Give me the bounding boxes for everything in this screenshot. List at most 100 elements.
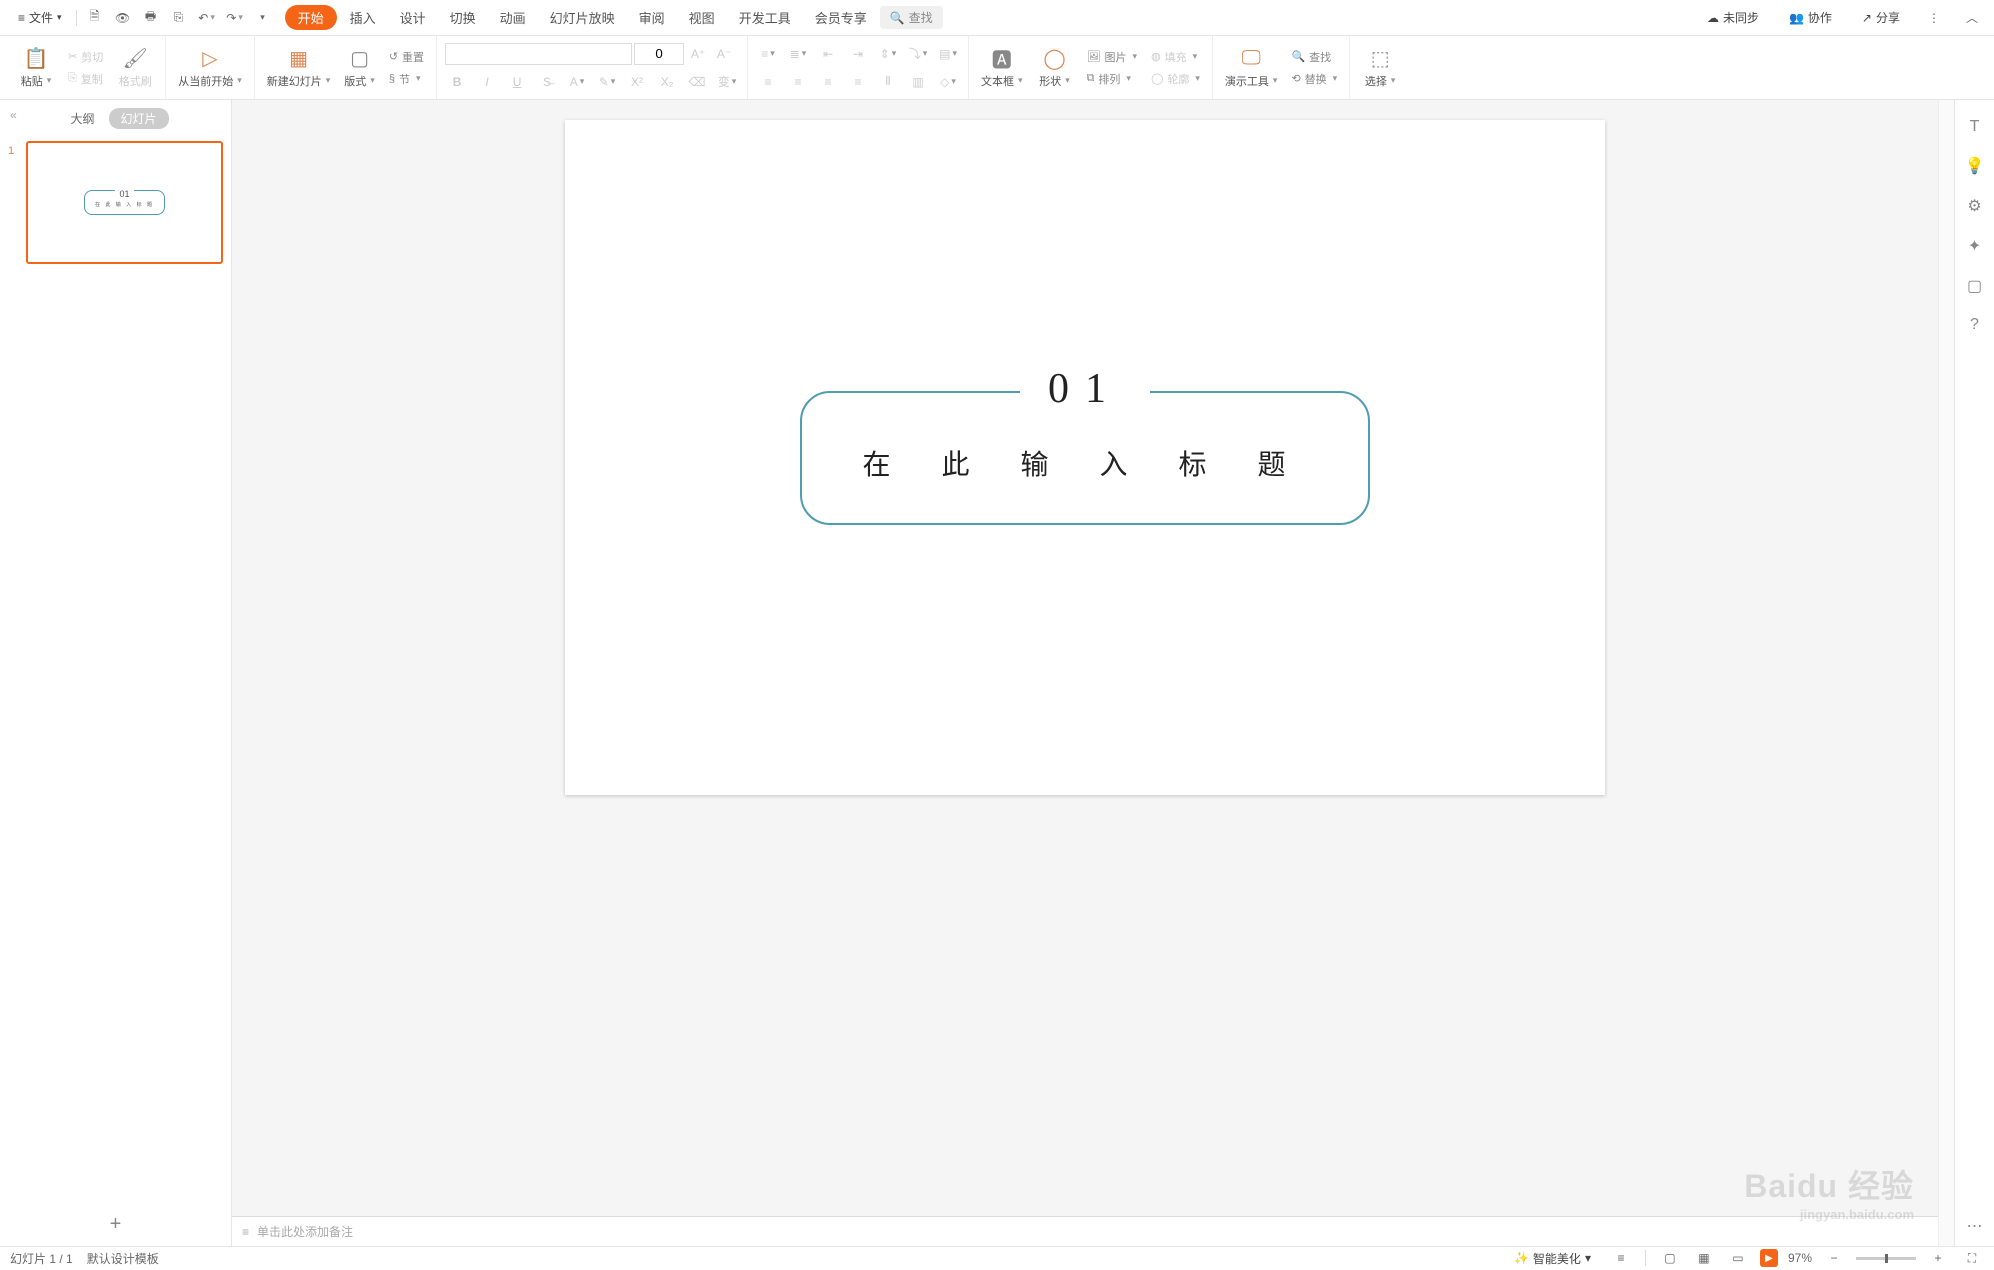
tab-slideshow[interactable]: 幻灯片放映: [539, 4, 626, 31]
tab-start[interactable]: 开始: [285, 5, 337, 30]
justify-icon[interactable]: ≡: [846, 70, 870, 94]
panel-tab-outline[interactable]: 大纲: [62, 108, 102, 129]
undo-icon[interactable]: ↶: [195, 6, 219, 30]
save-icon[interactable]: 🗎: [83, 6, 107, 30]
replace-button[interactable]: ⟲ 替换: [1287, 69, 1341, 89]
select-button[interactable]: ⬚选择: [1358, 45, 1402, 91]
shape-button[interactable]: ◯形状: [1033, 45, 1077, 91]
from-current-button[interactable]: ▷从当前开始: [174, 45, 246, 91]
underline-icon[interactable]: U: [505, 70, 529, 94]
outline-button[interactable]: ◯ 轮廓: [1147, 69, 1204, 89]
slide-canvas[interactable]: 01 在 此 输 入 标 题: [565, 120, 1605, 795]
collapse-ribbon-icon[interactable]: ︿: [1960, 6, 1984, 30]
panel-tab-slides[interactable]: 幻灯片: [109, 108, 169, 129]
settings-icon[interactable]: ⚙: [1967, 196, 1981, 216]
export-icon[interactable]: ⎘: [167, 6, 191, 30]
text-direction-icon[interactable]: ⤵: [906, 42, 930, 66]
beautify-button[interactable]: ✨ 智能美化 ▾: [1506, 1247, 1599, 1270]
italic-icon[interactable]: I: [475, 70, 499, 94]
columns-icon[interactable]: ▥: [906, 70, 930, 94]
smartart-icon[interactable]: ◇: [936, 70, 960, 94]
canvas-area[interactable]: 01 在 此 输 入 标 题: [232, 100, 1938, 1216]
highlight-icon[interactable]: ✎: [595, 70, 619, 94]
tab-transition[interactable]: 切换: [439, 4, 487, 31]
sorter-view-icon[interactable]: ▦: [1692, 1246, 1716, 1270]
tab-design[interactable]: 设计: [389, 4, 437, 31]
title-placeholder[interactable]: 01 在 此 输 入 标 题: [800, 391, 1369, 525]
tab-member[interactable]: 会员专享: [804, 4, 878, 31]
zoom-in-icon[interactable]: +: [1926, 1246, 1950, 1270]
file-menu[interactable]: ≡ 文件 ▾: [10, 6, 70, 29]
notes-pane[interactable]: ≡ 单击此处添加备注: [232, 1216, 1938, 1246]
align-text-icon[interactable]: ▤: [936, 42, 960, 66]
tab-animation[interactable]: 动画: [489, 4, 537, 31]
reset-button[interactable]: ↺ 重置: [385, 47, 428, 67]
font-size-select[interactable]: [634, 43, 684, 65]
copy-button[interactable]: ⎘ 复制: [64, 69, 107, 89]
zoom-out-icon[interactable]: −: [1822, 1246, 1846, 1270]
bold-icon[interactable]: B: [445, 70, 469, 94]
font-family-select[interactable]: [445, 43, 632, 65]
unsync-button[interactable]: ☁ 未同步: [1699, 6, 1767, 29]
layout-button[interactable]: ▢版式: [340, 45, 379, 91]
more-sidebar-icon[interactable]: ⋯: [1967, 1218, 1983, 1235]
tab-devtools[interactable]: 开发工具: [728, 4, 802, 31]
arrange-button[interactable]: ⧉ 排列: [1083, 69, 1142, 89]
fit-window-icon[interactable]: ⛶: [1960, 1246, 1984, 1270]
bullets-icon[interactable]: ≡: [756, 42, 780, 66]
picture-button[interactable]: 🖼 图片: [1083, 47, 1142, 67]
distribute-icon[interactable]: ⫴: [876, 70, 900, 94]
collapse-panel-icon[interactable]: «: [10, 108, 17, 122]
text-effects-icon[interactable]: 变: [715, 70, 739, 94]
font-color-icon[interactable]: A: [565, 70, 589, 94]
notes-toggle-icon[interactable]: ≡: [1609, 1246, 1633, 1270]
fill-button[interactable]: ◍ 填充: [1147, 47, 1204, 67]
strike-icon[interactable]: S̶: [535, 70, 559, 94]
cut-button[interactable]: ✂ 剪切: [64, 47, 107, 67]
reading-view-icon[interactable]: ▭: [1726, 1246, 1750, 1270]
redo-icon[interactable]: ↷: [223, 6, 247, 30]
screen-icon[interactable]: ▢: [1967, 276, 1982, 296]
tab-review[interactable]: 审阅: [628, 4, 676, 31]
increase-font-icon[interactable]: A⁺: [686, 42, 710, 66]
sparkle-icon[interactable]: ✦: [1968, 236, 1981, 256]
normal-view-icon[interactable]: ▢: [1658, 1246, 1682, 1270]
format-painter-button[interactable]: 🖌格式刷: [113, 45, 157, 91]
zoom-value[interactable]: 97%: [1788, 1251, 1812, 1265]
slide-thumbnail[interactable]: 01 在 此 输 入 标 题: [26, 141, 223, 264]
section-button[interactable]: § 节: [385, 69, 428, 89]
text-tool-icon[interactable]: T: [1970, 118, 1980, 136]
new-slide-button[interactable]: ▦新建幻灯片: [263, 45, 335, 91]
more-icon[interactable]: ⋮: [1922, 6, 1946, 30]
increase-indent-icon[interactable]: ⇥: [846, 42, 870, 66]
subscript-icon[interactable]: X₂: [655, 70, 679, 94]
align-center-icon[interactable]: ≡: [786, 70, 810, 94]
collab-button[interactable]: 👥 协作: [1781, 6, 1840, 29]
decrease-indent-icon[interactable]: ⇤: [816, 42, 840, 66]
paste-button[interactable]: 📋粘贴: [14, 45, 58, 91]
line-spacing-icon[interactable]: ⇕: [876, 42, 900, 66]
decrease-font-icon[interactable]: A⁻: [712, 42, 736, 66]
find-button[interactable]: 🔍 查找: [1287, 47, 1341, 67]
thumb-number: 1: [8, 141, 20, 264]
qat-more-icon[interactable]: ▾: [251, 6, 275, 30]
align-left-icon[interactable]: ≡: [756, 70, 780, 94]
print-preview-icon[interactable]: 👁: [111, 6, 135, 30]
numbering-icon[interactable]: ≣: [786, 42, 810, 66]
align-right-icon[interactable]: ≡: [816, 70, 840, 94]
search-input[interactable]: 🔍 查找: [880, 6, 943, 29]
help-icon[interactable]: ?: [1970, 316, 1979, 334]
share-button[interactable]: ↗ 分享: [1854, 6, 1908, 29]
slideshow-icon[interactable]: ▶: [1760, 1249, 1778, 1267]
vertical-scrollbar[interactable]: [1938, 100, 1954, 1246]
clear-format-icon[interactable]: ⌫: [685, 70, 709, 94]
add-slide-button[interactable]: +: [0, 1203, 231, 1246]
textbox-button[interactable]: 🅰文本框: [977, 45, 1027, 91]
idea-icon[interactable]: 💡: [1965, 156, 1985, 176]
tab-view[interactable]: 视图: [678, 4, 726, 31]
zoom-slider[interactable]: [1856, 1257, 1916, 1260]
superscript-icon[interactable]: X²: [625, 70, 649, 94]
tools-button[interactable]: 🖵演示工具: [1221, 45, 1282, 91]
tab-insert[interactable]: 插入: [339, 4, 387, 31]
print-icon[interactable]: 🖶: [139, 6, 163, 30]
